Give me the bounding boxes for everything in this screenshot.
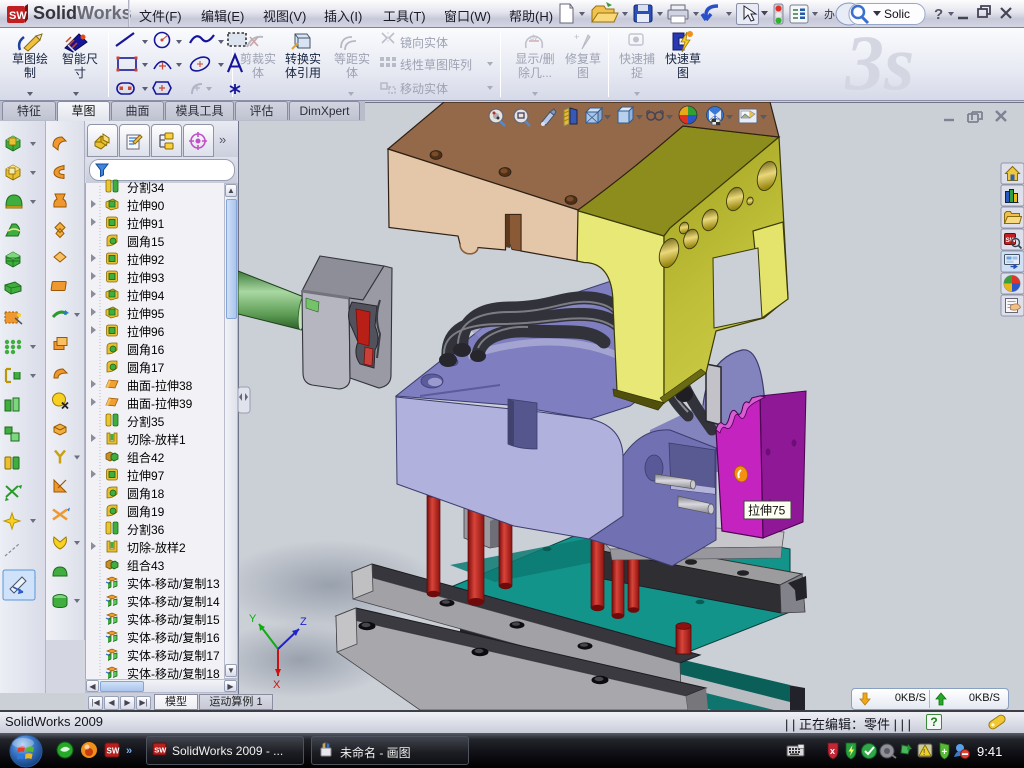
svg-text:X: X: [273, 679, 281, 691]
svg-text:»: »: [126, 745, 132, 757]
svg-text:拉伸75: 拉伸75: [748, 503, 786, 518]
svg-text:Y: Y: [249, 613, 257, 625]
svg-text:+: +: [574, 32, 579, 42]
svg-text:dy: dy: [530, 35, 538, 42]
svg-text:Solic: Solic: [884, 7, 910, 21]
svg-text:Z: Z: [300, 616, 307, 628]
svg-text:SW: SW: [9, 10, 27, 22]
svg-text:!: !: [923, 748, 925, 757]
svg-text:?: ?: [934, 6, 943, 23]
svg-text:x: x: [830, 746, 835, 756]
svg-text:SW: SW: [154, 746, 167, 755]
svg-text:SW: SW: [107, 747, 120, 756]
svg-text:+: +: [942, 747, 948, 758]
